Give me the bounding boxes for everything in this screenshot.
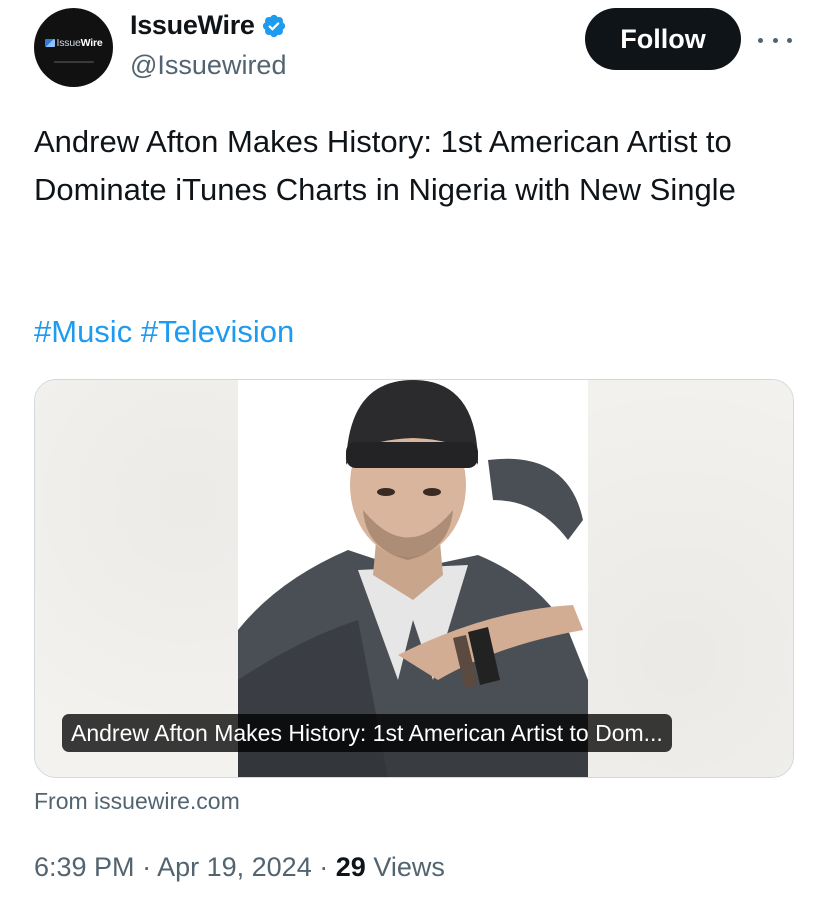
more-options-icon[interactable] — [758, 28, 792, 52]
tweet-text: Andrew Afton Makes History: 1st American… — [34, 124, 736, 207]
tweet-date[interactable]: Apr 19, 2024 — [157, 852, 312, 882]
card-source[interactable]: From issuewire.com — [34, 788, 240, 815]
author-handle[interactable]: @Issuewired — [130, 50, 286, 81]
meta-separator: · — [319, 852, 329, 882]
display-name[interactable]: IssueWire — [130, 10, 255, 41]
hashtag-list: #Music #Television — [34, 308, 294, 356]
avatar-brand-text: IssueWire — [56, 36, 103, 49]
hashtag-music[interactable]: #Music — [34, 314, 132, 349]
views-label: Views — [373, 852, 445, 882]
tweet-time[interactable]: 6:39 PM — [34, 852, 135, 882]
hashtag-television[interactable]: #Television — [141, 314, 294, 349]
avatar-tagline — [53, 60, 94, 63]
dot — [772, 37, 778, 43]
card-caption[interactable]: Andrew Afton Makes History: 1st American… — [62, 714, 672, 752]
link-preview-card[interactable]: Andrew Afton Makes History: 1st American… — [34, 379, 794, 778]
verified-badge-icon[interactable] — [261, 13, 287, 39]
tweet-metadata: 6:39 PM · Apr 19, 2024 · 29 Views — [34, 852, 445, 883]
views-count[interactable]: 29 — [336, 852, 366, 882]
dot — [787, 37, 792, 43]
meta-separator: · — [142, 852, 152, 882]
avatar[interactable]: IssueWire — [34, 8, 113, 87]
follow-button[interactable]: Follow — [585, 8, 741, 70]
author-name-row[interactable]: IssueWire — [130, 10, 287, 41]
dot — [758, 37, 763, 43]
logo-mark-icon — [44, 38, 55, 47]
issuewire-logo: IssueWire — [44, 36, 103, 49]
